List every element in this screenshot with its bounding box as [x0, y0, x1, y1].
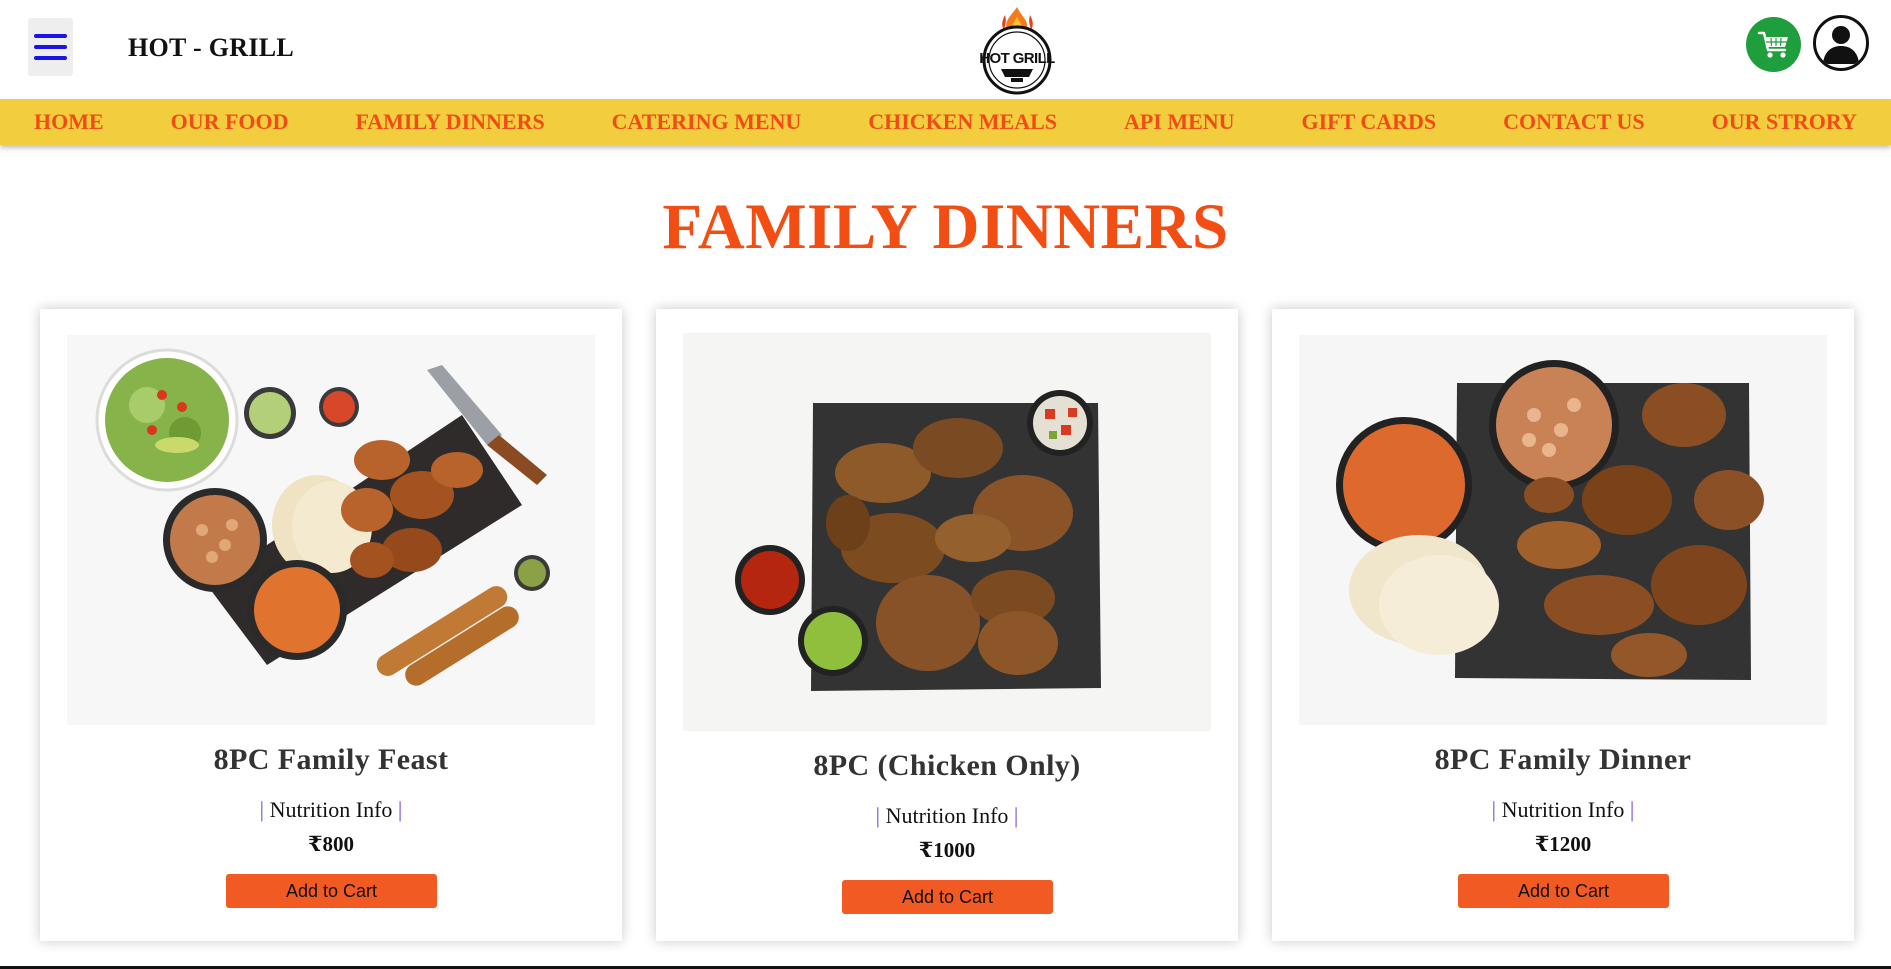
nav-gift-cards[interactable]: GIFT CARDS: [1301, 109, 1436, 135]
product-price: ₹800: [307, 832, 355, 856]
nav-home[interactable]: HOME: [34, 109, 104, 135]
nav-family-dinners[interactable]: FAMILY DINNERS: [355, 109, 544, 135]
nav-our-food[interactable]: OUR FOOD: [171, 109, 289, 135]
nutrition-info-label: Nutrition Info: [1501, 797, 1625, 822]
product-price: ₹1200: [1534, 832, 1592, 856]
shopping-cart-icon[interactable]: [1746, 17, 1801, 72]
nav-chicken-meals[interactable]: CHICKEN MEALS: [868, 109, 1057, 135]
hamburger-menu-icon[interactable]: [28, 18, 73, 76]
nav-our-story[interactable]: OUR STRORY: [1712, 109, 1857, 135]
cart-glyph: [1757, 31, 1788, 58]
add-to-cart-button[interactable]: Add to Cart: [1458, 874, 1669, 908]
add-to-cart-button[interactable]: Add to Cart: [842, 880, 1053, 914]
add-to-cart-button[interactable]: Add to Cart: [226, 874, 437, 908]
hot-grill-logo[interactable]: HOT GRILL: [974, 3, 1060, 95]
product-card: 8PC Family Dinner | Nutrition Info | ₹12…: [1272, 309, 1854, 941]
product-name: 8PC (Chicken Only): [813, 749, 1081, 782]
menu-line: [34, 56, 67, 60]
menu-line: [34, 45, 67, 49]
nutrition-info-label: Nutrition Info: [885, 803, 1009, 828]
product-card: 8PC Family Feast | Nutrition Info | ₹800…: [40, 309, 622, 941]
nav-contact-us[interactable]: CONTACT US: [1503, 109, 1645, 135]
product-name: 8PC Family Feast: [213, 743, 449, 776]
nutrition-info-label: Nutrition Info: [269, 797, 393, 822]
nutrition-info-link[interactable]: | Nutrition Info |: [40, 797, 622, 823]
nav-api-menu[interactable]: API MENU: [1124, 109, 1235, 135]
nutrition-info-link[interactable]: | Nutrition Info |: [1272, 797, 1854, 823]
nav-catering-menu[interactable]: CATERING MENU: [612, 109, 802, 135]
main-navigation: HOME OUR FOOD FAMILY DINNERS CATERING ME…: [0, 99, 1891, 145]
menu-line: [34, 34, 67, 38]
user-glyph: [1823, 26, 1859, 64]
product-image: [683, 333, 1211, 731]
brand-name: HOT - GRILL: [128, 33, 295, 62]
top-header: HOT - GRILL HOT GRILL: [0, 0, 1891, 99]
product-card: 8PC (Chicken Only) | Nutrition Info | ₹1…: [656, 309, 1238, 941]
product-image: [1299, 335, 1827, 725]
product-price: ₹1000: [918, 838, 976, 862]
page-title: FAMILY DINNERS: [662, 191, 1229, 263]
nutrition-info-link[interactable]: | Nutrition Info |: [656, 803, 1238, 829]
logo-text: HOT GRILL: [979, 50, 1055, 67]
user-profile-icon[interactable]: [1813, 15, 1869, 71]
product-name: 8PC Family Dinner: [1434, 743, 1692, 776]
product-image: [67, 335, 595, 725]
